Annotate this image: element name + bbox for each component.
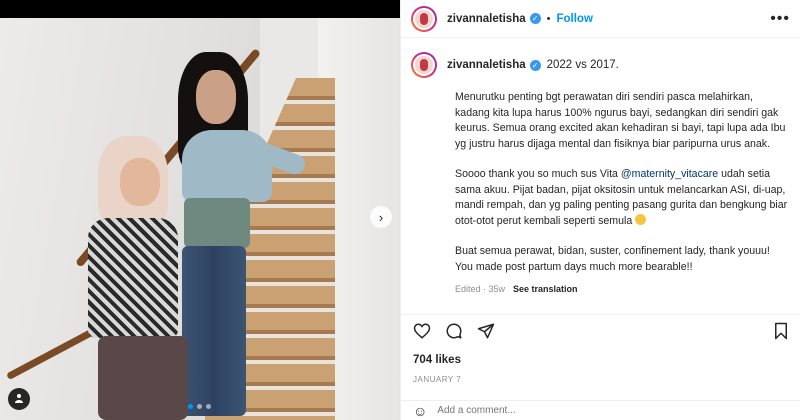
user-icon xyxy=(14,392,24,406)
heart-icon[interactable] xyxy=(413,322,431,343)
tagged-users-button[interactable] xyxy=(8,388,30,410)
caption-avatar[interactable] xyxy=(411,52,437,78)
bookmark-icon[interactable] xyxy=(773,322,789,343)
caption-body: Menurutku penting bgt perawatan diri sen… xyxy=(455,90,789,275)
caption-header: zivannaletisha ✓ 2022 vs 2017. xyxy=(411,52,789,78)
instagram-post-modal: › zivannaletisha ✓ • Follow ••• zivannal… xyxy=(0,0,800,420)
carousel-dots xyxy=(188,404,211,409)
caption-paragraph: Soooo thank you so much sus Vita @matern… xyxy=(455,167,789,229)
avatar[interactable] xyxy=(411,5,437,32)
comment-bar: ☺ xyxy=(401,400,800,420)
chevron-right-icon: › xyxy=(378,209,384,225)
caption-username[interactable]: zivannaletisha xyxy=(447,59,526,71)
person-jeans xyxy=(182,246,246,416)
comment-input[interactable] xyxy=(437,405,738,416)
share-icon[interactable] xyxy=(477,322,495,343)
caregiver-face xyxy=(120,158,160,206)
see-translation-link[interactable]: See translation xyxy=(513,284,578,294)
caption-paragraph: Menurutku penting bgt perawatan diri sen… xyxy=(455,91,786,150)
caption: zivannaletisha ✓ 2022 vs 2017. Menurutku… xyxy=(401,38,800,308)
post-date: JANUARY 7 xyxy=(413,375,462,384)
caption-text: Soooo thank you so much sus Vita xyxy=(455,168,621,180)
top-bar xyxy=(0,0,400,18)
carousel-dot xyxy=(197,404,202,409)
mention-link[interactable]: @maternity_vitacare xyxy=(621,168,718,180)
person-face xyxy=(196,70,236,124)
carousel-dot xyxy=(188,404,193,409)
comment-icon[interactable] xyxy=(445,322,463,343)
likes-count[interactable]: 704 likes xyxy=(413,354,461,366)
caption-meta: Edited · 35w See translation xyxy=(455,284,789,294)
verified-badge-icon: ✓ xyxy=(529,13,541,24)
header-username[interactable]: zivannaletisha xyxy=(447,13,526,25)
post-header: zivannaletisha ✓ • Follow ••• xyxy=(401,0,800,38)
belly-wrap xyxy=(184,198,250,248)
next-photo-button[interactable]: › xyxy=(370,206,392,228)
post-photo[interactable]: › xyxy=(0,18,400,420)
separator: • xyxy=(546,12,551,25)
action-bar xyxy=(401,314,800,350)
caption-title: 2022 vs 2017. xyxy=(546,59,619,71)
follow-button[interactable]: Follow xyxy=(556,13,592,25)
emoji-picker-icon[interactable]: ☺ xyxy=(413,403,427,419)
more-horizontal-icon[interactable]: ••• xyxy=(770,10,790,28)
caregiver-skirt xyxy=(98,336,188,420)
emoji-icon xyxy=(635,213,647,225)
edited-time: Edited · 35w xyxy=(455,284,506,294)
carousel-dot xyxy=(206,404,211,409)
verified-badge-icon: ✓ xyxy=(529,59,541,71)
caption-paragraph: Buat semua perawat, bidan, suster, confi… xyxy=(455,245,770,273)
caregiver-shirt xyxy=(88,218,178,338)
post-side-panel: zivannaletisha ✓ • Follow ••• zivannalet… xyxy=(400,0,800,420)
